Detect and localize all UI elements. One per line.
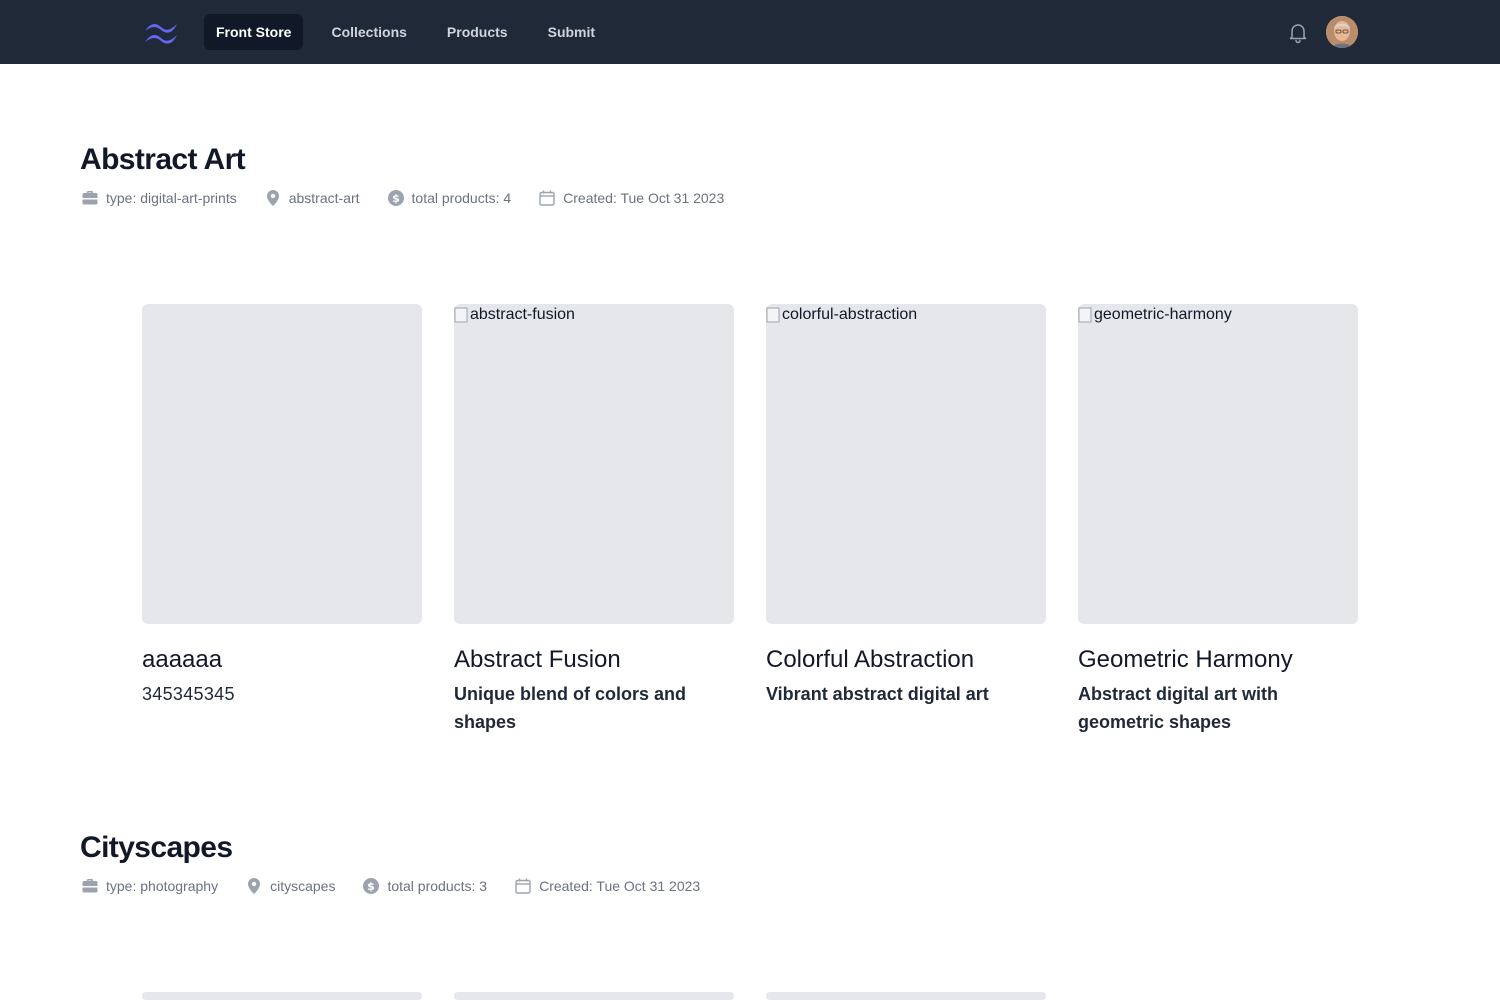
product-description: Abstract digital art with geometric shap… xyxy=(1078,684,1279,732)
svg-text:$: $ xyxy=(392,192,400,205)
meta-slug: abstract-art xyxy=(263,188,360,208)
product-description: Unique blend of colors and shapes xyxy=(454,684,687,732)
meta-type-text: type: digital-art-prints xyxy=(106,190,237,206)
product-description: Vibrant abstract digital art xyxy=(766,684,989,704)
user-avatar[interactable] xyxy=(1326,16,1358,48)
product-card[interactable]: colorful-abstraction Colorful Abstractio… xyxy=(766,304,1046,708)
meta-created: Created: Tue Oct 31 2023 xyxy=(537,188,724,208)
product-name[interactable]: Colorful Abstraction xyxy=(766,646,1046,674)
meta-total-text: total products: 3 xyxy=(387,878,488,894)
product-image[interactable] xyxy=(142,304,422,624)
top-navigation-bar: Front Store Collections Products Submit xyxy=(0,0,1500,64)
nav-item-submit[interactable]: Submit xyxy=(536,14,607,50)
meta-slug: cityscapes xyxy=(244,876,335,896)
broken-image-icon xyxy=(454,307,468,323)
product-card[interactable] xyxy=(454,992,734,1000)
dollar-circle-icon: $ xyxy=(363,878,380,894)
meta-slug-text: cityscapes xyxy=(270,878,336,894)
dollar-circle-icon: $ xyxy=(387,190,404,206)
product-image[interactable] xyxy=(142,992,422,1000)
meta-created: Created: Tue Oct 31 2023 xyxy=(513,876,700,896)
briefcase-icon xyxy=(82,879,98,893)
product-name[interactable]: Abstract Fusion xyxy=(454,646,734,674)
product-image-alt: abstract-fusion xyxy=(454,306,575,324)
meta-type: type: photography xyxy=(80,876,218,896)
nav-item-products[interactable]: Products xyxy=(435,14,520,50)
product-image[interactable]: colorful-abstraction xyxy=(766,304,1046,624)
svg-text:$: $ xyxy=(368,880,376,893)
meta-slug-text: abstract-art xyxy=(288,190,360,206)
product-card[interactable]: aaaaaa 345345345 xyxy=(142,304,422,708)
meta-total: $ total products: 3 xyxy=(361,876,487,896)
meta-total: $ total products: 4 xyxy=(386,188,512,208)
calendar-icon xyxy=(539,190,555,206)
product-image-alt: geometric-harmony xyxy=(1078,306,1232,324)
broken-image-icon xyxy=(1078,307,1092,323)
meta-type-text: type: photography xyxy=(106,878,219,894)
collection-meta: type: photography cityscapes $ total pro… xyxy=(80,876,726,896)
product-card[interactable] xyxy=(142,992,422,1000)
nav-item-collections[interactable]: Collections xyxy=(319,14,418,50)
product-name[interactable]: aaaaaa xyxy=(142,646,422,674)
meta-type: type: digital-art-prints xyxy=(80,188,237,208)
calendar-icon xyxy=(515,878,531,894)
broken-image-icon xyxy=(766,307,780,323)
collection-title: Cityscapes xyxy=(80,831,233,864)
location-pin-icon xyxy=(266,190,279,206)
main-nav: Front Store Collections Products Submit xyxy=(204,14,623,50)
product-image[interactable] xyxy=(454,992,734,1000)
location-pin-icon xyxy=(248,878,261,894)
meta-created-text: Created: Tue Oct 31 2023 xyxy=(563,190,725,206)
product-name[interactable]: Geometric Harmony xyxy=(1078,646,1358,674)
collection-title: Abstract Art xyxy=(80,143,246,176)
product-card[interactable] xyxy=(766,992,1046,1000)
product-card[interactable]: geometric-harmony Geometric Harmony Abst… xyxy=(1078,304,1358,736)
meta-total-text: total products: 4 xyxy=(411,190,512,206)
briefcase-icon xyxy=(82,191,98,205)
product-card[interactable]: abstract-fusion Abstract Fusion Unique b… xyxy=(454,304,734,736)
collection-meta: type: digital-art-prints abstract-art $ … xyxy=(80,188,750,208)
product-image[interactable]: geometric-harmony xyxy=(1078,304,1358,624)
nav-item-front-store[interactable]: Front Store xyxy=(204,14,304,50)
product-description: 345345345 xyxy=(142,684,235,704)
product-image[interactable] xyxy=(766,992,1046,1000)
product-image[interactable]: abstract-fusion xyxy=(454,304,734,624)
bell-icon[interactable] xyxy=(1286,20,1310,44)
tailwind-logo-icon[interactable] xyxy=(142,18,180,46)
meta-created-text: Created: Tue Oct 31 2023 xyxy=(539,878,701,894)
product-image-alt: colorful-abstraction xyxy=(766,306,917,324)
